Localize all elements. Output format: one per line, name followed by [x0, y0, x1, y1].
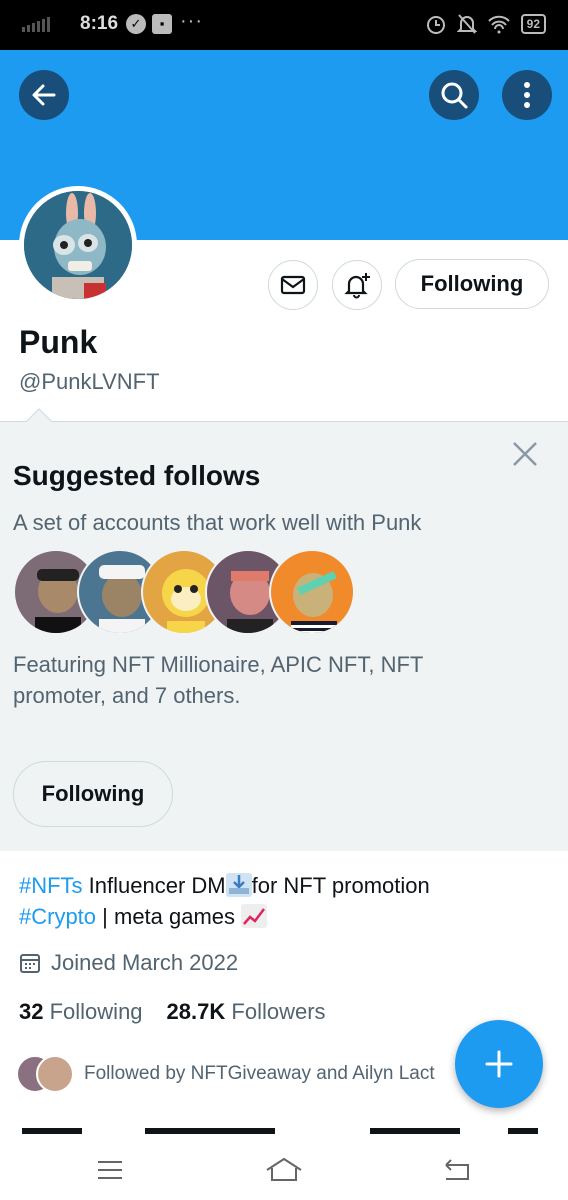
- envelope-icon: [280, 275, 306, 295]
- plus-icon: [485, 1050, 513, 1078]
- alarm-icon: [426, 16, 445, 34]
- message-button[interactable]: [268, 260, 318, 310]
- suggested-follows-panel: Suggested follows A set of accounts that…: [0, 408, 568, 851]
- following-stat[interactable]: 32 Following: [19, 999, 143, 1025]
- suggested-follows-title: Suggested follows: [13, 460, 261, 491]
- following-button[interactable]: Following: [395, 259, 549, 309]
- wifi-icon: [487, 15, 510, 34]
- status-time: 8:16: [80, 13, 119, 34]
- recent-apps-button[interactable]: [90, 1154, 130, 1186]
- hashtag-nfts[interactable]: #NFTs: [19, 873, 83, 898]
- inbox-tray-emoji-icon: [225, 873, 252, 897]
- mute-bell-icon: [456, 14, 477, 34]
- ape-avatar-image: [24, 191, 132, 299]
- status-bar: 8:16 ✓ ▪ ··· 92: [0, 0, 568, 50]
- close-suggestions-button[interactable]: [510, 439, 540, 469]
- featuring-text: Featuring NFT Millionaire, APIC NFT, NFT…: [13, 652, 423, 708]
- followers-stat[interactable]: 28.7K Followers: [167, 999, 326, 1025]
- more-notifications-icon: ···: [180, 10, 203, 32]
- bell-plus-icon: [344, 273, 370, 299]
- chart-increasing-emoji-icon: [241, 904, 268, 928]
- back-nav-button[interactable]: [436, 1154, 476, 1186]
- signal-icon: [22, 17, 50, 32]
- follow-stats: 32 Following 28.7K Followers: [19, 999, 326, 1025]
- compose-tweet-button[interactable]: [455, 1020, 543, 1108]
- menu-lines-icon: [98, 1161, 122, 1179]
- followed-by-avatars: [16, 1055, 74, 1093]
- calendar-icon: [20, 954, 40, 973]
- check-icon: ✓: [126, 14, 146, 34]
- follower-avatar: [36, 1055, 74, 1093]
- profile-tabs-peek: [0, 1120, 568, 1136]
- suggested-avatar: [269, 549, 355, 635]
- home-button[interactable]: [264, 1154, 304, 1186]
- search-button[interactable]: [429, 70, 479, 120]
- back-button[interactable]: [19, 70, 69, 120]
- profile-bio: #NFTs Influencer DM for NFT promotion #Cr…: [19, 873, 430, 929]
- followed-by-text: Followed by NFTGiveaway and Ailyn Lact: [84, 1063, 435, 1084]
- home-icon: [266, 1157, 302, 1181]
- return-icon: [445, 1159, 469, 1180]
- suggested-avatars[interactable]: [13, 549, 355, 635]
- hashtag-crypto[interactable]: #Crypto: [19, 904, 96, 929]
- system-navigation-bar: [0, 1140, 568, 1200]
- close-icon: [513, 442, 537, 466]
- back-arrow-icon: [32, 84, 56, 106]
- more-options-button[interactable]: [502, 70, 552, 120]
- battery-indicator: 92: [520, 14, 546, 34]
- gallery-icon: ▪: [152, 14, 172, 34]
- search-icon: [441, 82, 468, 109]
- notifications-button[interactable]: [332, 260, 382, 310]
- suggested-following-button[interactable]: Following: [13, 761, 173, 827]
- suggested-follows-subtitle: A set of accounts that work well with Pu…: [13, 510, 422, 535]
- profile-avatar[interactable]: [19, 186, 137, 304]
- followed-by-row[interactable]: Followed by NFTGiveaway and Ailyn Lact: [16, 1055, 466, 1093]
- more-vertical-icon: [524, 82, 530, 108]
- display-name: Punk: [19, 324, 98, 360]
- profile-handle: @PunkLVNFT: [19, 369, 160, 394]
- joined-date: Joined March 2022: [19, 950, 238, 976]
